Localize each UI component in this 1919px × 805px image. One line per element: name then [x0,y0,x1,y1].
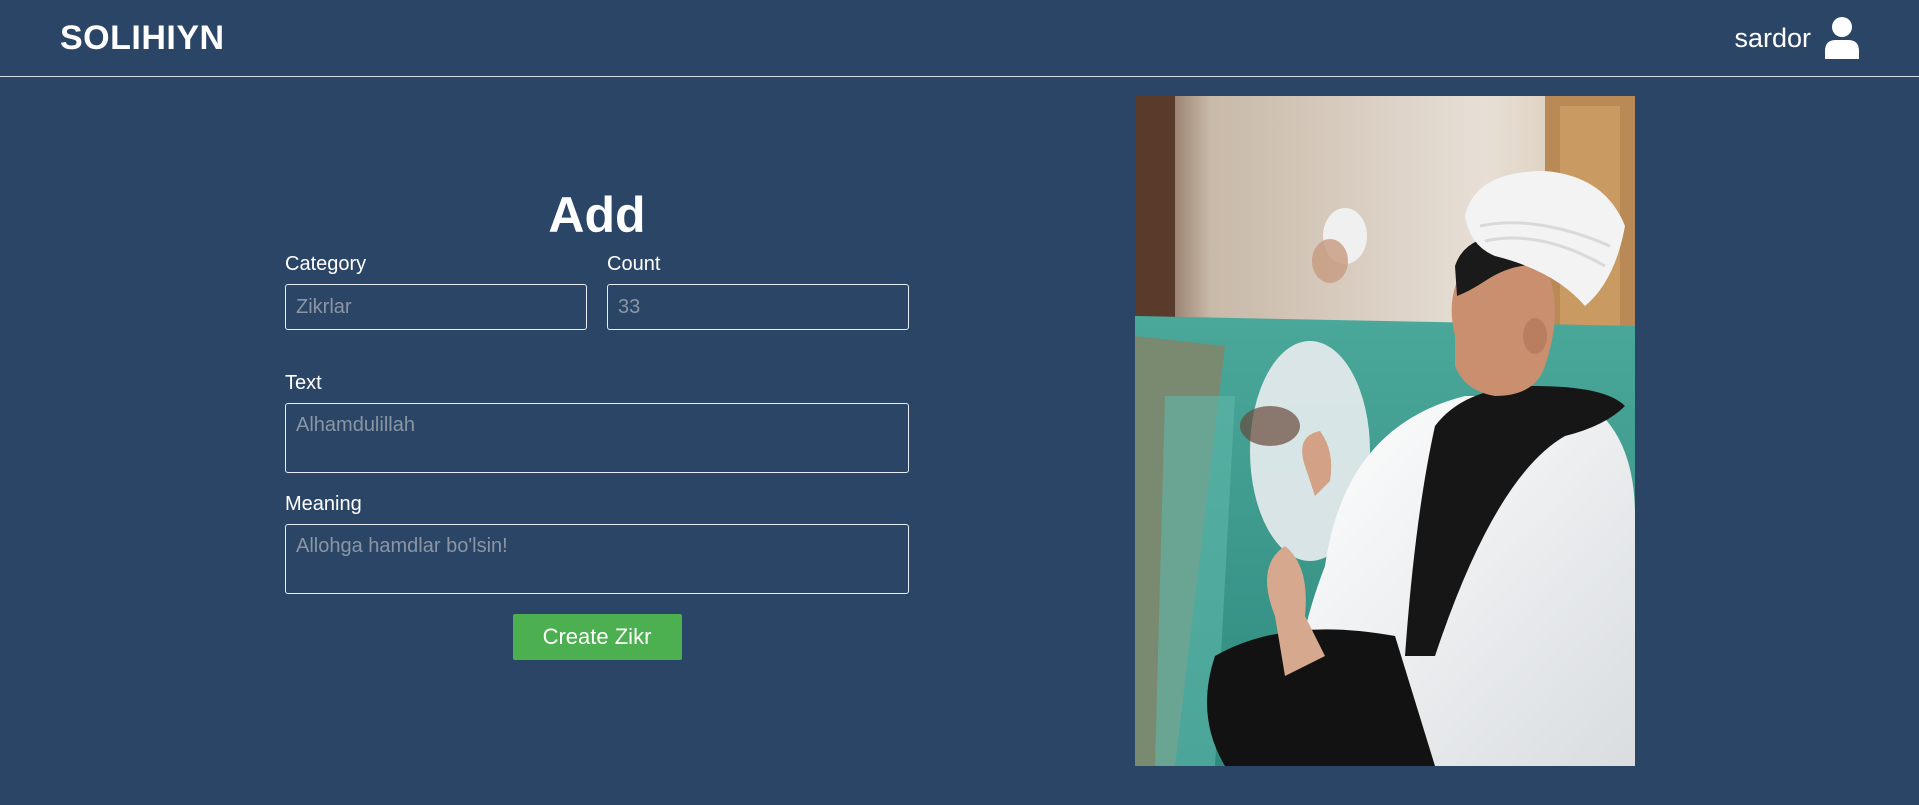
count-field-group: Count [607,251,909,330]
form-title: Add [548,187,646,243]
count-label: Count [607,253,661,275]
create-zikr-button[interactable]: Create Zikr [512,614,682,660]
meaning-input[interactable] [285,524,909,594]
submit-row: Create Zikr [285,614,909,660]
user-menu[interactable]: sardor [1734,17,1861,59]
count-input[interactable] [607,284,909,330]
text-label: Text [285,372,322,394]
username[interactable]: sardor [1734,23,1811,54]
category-label: Category [285,253,367,275]
app-logo[interactable]: SOLIHIYN [60,19,225,58]
text-input[interactable] [285,403,909,473]
top-navbar: SOLIHIYN sardor [0,0,1919,77]
category-field-group: Category [285,251,587,330]
meaning-label: Meaning [285,493,362,515]
meaning-field-group: Meaning [285,491,909,594]
text-field-group: Text [285,370,909,473]
category-input[interactable] [285,284,587,330]
add-zikr-form: Add Category Count Text Meaning Create Z… [285,185,909,660]
praying-boy-photo [1135,96,1635,766]
user-icon[interactable] [1823,17,1861,59]
category-count-row: Category Count [285,251,909,330]
